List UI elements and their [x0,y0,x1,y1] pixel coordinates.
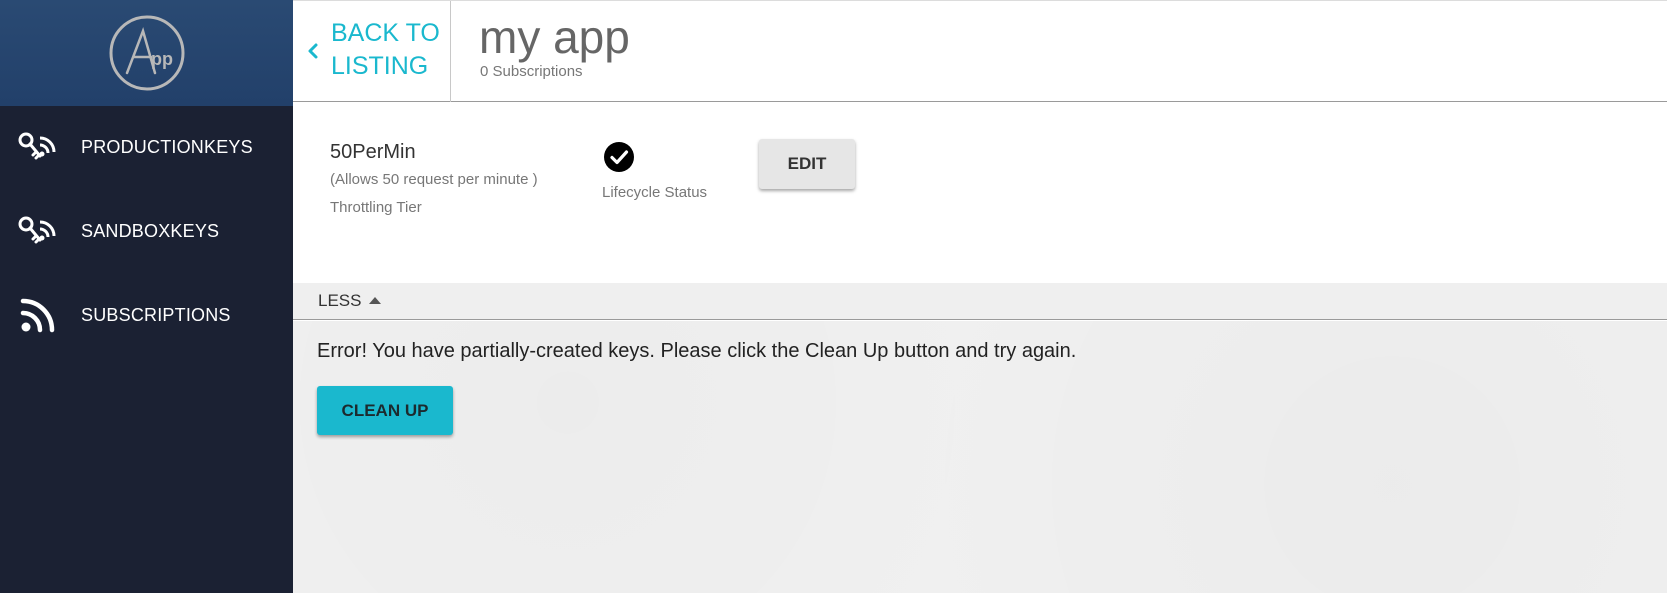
key-feed-icon [18,211,58,251]
subscription-count: 0 Subscriptions [480,63,583,80]
clean-up-button[interactable]: CLEAN UP [317,386,453,435]
page-title: my app [479,11,630,63]
svg-text:pp: pp [151,49,173,69]
less-toggle-label: LESS [318,291,362,310]
throttling-tier-label: Throttling Tier [330,199,422,216]
app-root: pp PRODUCTIONKEYS SANDBOXKEYS SUBSCRIPTI… [0,0,1667,593]
sidebar-item-label: PRODUCTIONKEYS [81,136,253,157]
check-circle-icon [604,142,634,172]
header-divider [450,1,451,102]
error-message: Error! You have partially-created keys. … [317,340,1077,362]
throttling-tier-description: (Allows 50 request per minute ) [330,171,538,188]
sidebar-item-productionkeys[interactable]: PRODUCTIONKEYS [0,117,293,177]
sidebar-item-label: SANDBOXKEYS [81,220,220,241]
back-to-listing-label: BACK TO LISTING [331,19,440,80]
rss-feed-icon [18,295,58,335]
back-to-listing-link[interactable]: BACK TO LISTING [305,17,445,87]
caret-up-icon [369,297,381,304]
throttling-tier-value: 50PerMin [330,141,416,163]
chevron-left-icon [308,43,318,59]
app-info-panel: 50PerMin (Allows 50 request per minute )… [293,103,1667,283]
main-content: Error! You have partially-created keys. … [293,321,1667,593]
sidebar: pp PRODUCTIONKEYS SANDBOXKEYS SUBSCRIPTI… [0,0,293,593]
sidebar-item-label: SUBSCRIPTIONS [81,304,231,325]
page-header: BACK TO LISTING my app 0 Subscriptions [293,0,1667,102]
edit-button[interactable]: EDIT [759,139,855,189]
key-feed-icon [18,127,58,167]
sidebar-item-sandboxkeys[interactable]: SANDBOXKEYS [0,201,293,261]
less-toggle[interactable]: LESS [293,283,1667,320]
lifecycle-status-label: Lifecycle Status [602,184,708,201]
sidebar-logo[interactable]: pp [0,0,293,106]
sidebar-item-subscriptions[interactable]: SUBSCRIPTIONS [0,285,293,345]
app-logo-icon: pp [109,15,184,91]
